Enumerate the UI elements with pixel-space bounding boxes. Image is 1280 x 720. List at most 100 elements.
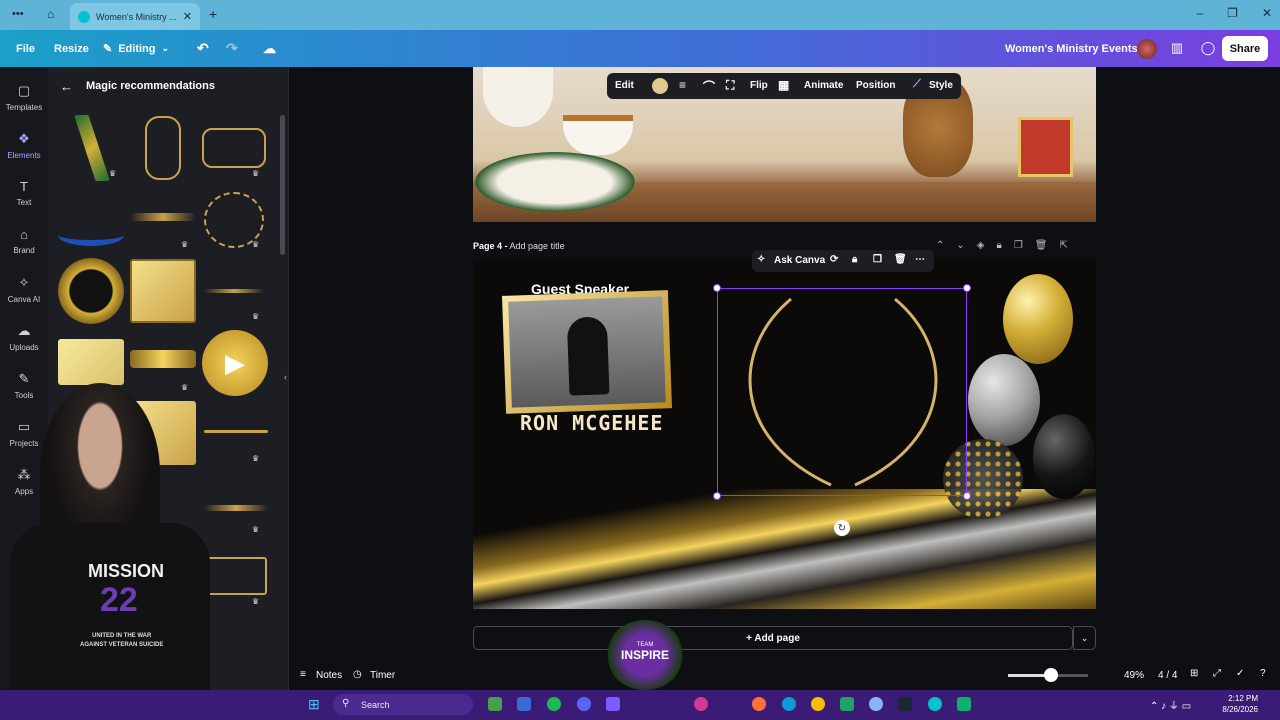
undo-icon[interactable]: ↶ xyxy=(197,30,209,67)
panel-scrollbar[interactable] xyxy=(280,115,285,255)
element-thumbnail[interactable] xyxy=(58,224,124,246)
speaker-photo-frame[interactable] xyxy=(501,290,673,414)
taskbar-app-icon[interactable] xyxy=(577,697,591,711)
taskbar-app-icon[interactable] xyxy=(752,697,766,711)
speaker-name[interactable]: RON MCGEHEE xyxy=(520,411,663,435)
element-thumbnail[interactable] xyxy=(204,430,268,433)
add-page-dropdown-icon[interactable]: ⌄ xyxy=(1073,626,1096,650)
project-title[interactable]: Women's Ministry Events xyxy=(1005,30,1138,67)
share-button[interactable]: Share xyxy=(1222,36,1268,61)
notes-button[interactable]: Notes xyxy=(316,670,342,681)
add-page-button[interactable]: + Add page xyxy=(473,626,1073,650)
rail-item-elements[interactable]: ❖ Elements xyxy=(0,131,48,160)
resize-handle[interactable] xyxy=(713,492,721,500)
collapse-panel-icon[interactable]: ‹ xyxy=(284,372,287,382)
chevron-down-icon[interactable]: ⌄ xyxy=(956,240,964,251)
more-icon[interactable]: ⋯ xyxy=(915,254,925,265)
close-icon[interactable]: ✕ xyxy=(1262,6,1272,20)
maximize-icon[interactable]: ❐ xyxy=(1227,6,1238,20)
curve-icon[interactable]: ⌒ xyxy=(703,78,715,95)
taskbar-app-icon[interactable] xyxy=(957,697,971,711)
taskbar-search[interactable]: ⚲ Search xyxy=(333,694,473,715)
ask-canva-button[interactable]: Ask Canva xyxy=(774,255,825,266)
resize-handle[interactable] xyxy=(713,284,721,292)
taskbar-app-icon[interactable] xyxy=(869,697,883,711)
back-arrow-icon[interactable]: ← xyxy=(60,79,73,94)
file-menu[interactable]: File xyxy=(16,30,35,67)
rotate-handle-icon[interactable]: ↻ xyxy=(834,520,850,536)
menu-dots-icon[interactable]: ••• xyxy=(12,8,24,20)
windows-start-icon[interactable]: ⊞ xyxy=(308,696,320,713)
system-tray-icons[interactable]: ⌃ ♪ ⏚ ▭ xyxy=(1150,697,1191,712)
comment-icon[interactable]: ◯ xyxy=(1198,38,1218,58)
crop-icon[interactable]: ⛶ xyxy=(726,78,734,93)
play-button-thumbnail[interactable]: ▶ xyxy=(202,330,268,396)
element-thumbnail[interactable] xyxy=(130,350,196,368)
flip-button[interactable]: Flip xyxy=(750,80,768,91)
lock-icon[interactable]: 🔒︎ xyxy=(852,254,857,265)
element-thumbnail[interactable] xyxy=(202,128,266,168)
line-style-icon[interactable]: ≡ xyxy=(679,78,686,92)
animate-button[interactable]: Animate xyxy=(804,80,843,91)
element-thumbnail[interactable] xyxy=(130,213,196,221)
resize-handle[interactable] xyxy=(963,284,971,292)
taskbar-app-icon[interactable] xyxy=(606,697,620,711)
zoom-slider-thumb[interactable] xyxy=(1044,668,1058,682)
taskbar-app-icon[interactable] xyxy=(517,697,531,711)
editing-mode-button[interactable]: ✎ Editing ⌄ xyxy=(103,30,169,67)
zoom-slider[interactable] xyxy=(1008,668,1088,682)
element-thumbnail[interactable] xyxy=(145,116,181,180)
taskbar-app-icon[interactable] xyxy=(898,697,912,711)
help-icon[interactable]: ? xyxy=(1260,668,1266,679)
rail-item-uploads[interactable]: ☁ Uploads xyxy=(0,323,48,352)
edit-button[interactable]: Edit xyxy=(615,80,634,91)
rail-item-brand[interactable]: ⌂ Brand xyxy=(0,227,48,255)
zoom-level[interactable]: 49% xyxy=(1124,670,1144,681)
rail-item-text[interactable]: T Text xyxy=(0,179,48,207)
taskbar-app-icon[interactable] xyxy=(811,697,825,711)
workspace-icon[interactable]: ⌂ xyxy=(47,7,54,21)
taskbar-app-icon[interactable] xyxy=(547,697,561,711)
position-button[interactable]: Position xyxy=(856,80,895,91)
element-thumbnail[interactable] xyxy=(204,289,264,293)
hide-icon[interactable]: ◈ xyxy=(977,240,985,251)
timer-button[interactable]: Timer xyxy=(370,670,395,681)
element-thumbnail[interactable] xyxy=(58,339,124,385)
transparency-icon[interactable]: ▦ xyxy=(778,78,789,92)
element-thumbnail[interactable] xyxy=(130,259,196,323)
rail-item-canva-ai[interactable]: ✧ Canva AI xyxy=(0,275,48,304)
taskbar-clock[interactable]: 2:12 PM 8/26/2026 xyxy=(1222,693,1258,715)
style-button[interactable]: Style xyxy=(929,80,953,91)
color-swatch[interactable] xyxy=(652,78,668,94)
fullscreen-icon[interactable]: ⤢ xyxy=(1213,668,1221,679)
taskbar-app-icon[interactable] xyxy=(840,697,854,711)
add-icon[interactable]: ⇱ xyxy=(1059,240,1067,251)
element-thumbnail[interactable] xyxy=(204,505,268,511)
taskbar-app-icon[interactable] xyxy=(782,697,796,711)
taskbar-app-icon[interactable] xyxy=(488,697,502,711)
redo-icon[interactable]: ↷ xyxy=(226,30,238,67)
cloud-sync-icon[interactable]: ☁ xyxy=(263,30,276,67)
chevron-up-icon[interactable]: ⌃ xyxy=(936,240,944,251)
element-thumbnail[interactable] xyxy=(203,557,267,595)
taskbar-app-icon[interactable] xyxy=(928,697,942,711)
avatar[interactable] xyxy=(1137,39,1157,59)
delete-icon[interactable]: 🗑︎ xyxy=(894,254,907,265)
duplicate-icon[interactable]: ❐ xyxy=(1014,240,1023,251)
delete-icon[interactable]: 🗑︎ xyxy=(1035,240,1048,251)
rail-item-templates[interactable]: ▢ Templates xyxy=(0,83,48,112)
resize-button[interactable]: Resize xyxy=(54,30,89,67)
analytics-icon[interactable]: ▥ xyxy=(1167,38,1187,58)
browser-tab[interactable]: Women's Ministry ... ✕ xyxy=(70,3,200,30)
add-page-title[interactable]: Add page title xyxy=(510,241,565,251)
taskbar-app-icon[interactable] xyxy=(694,697,708,711)
grid-view-icon[interactable]: ⊞ xyxy=(1190,668,1198,679)
close-tab-icon[interactable]: ✕ xyxy=(183,10,192,23)
lock-icon[interactable]: 🔒︎ xyxy=(996,240,1001,251)
resize-handle[interactable] xyxy=(963,492,971,500)
refresh-icon[interactable]: ⟳ xyxy=(830,254,838,265)
plus-icon[interactable]: + xyxy=(209,6,217,22)
element-thumbnail[interactable] xyxy=(58,258,124,324)
page-counter[interactable]: 4 / 4 xyxy=(1158,670,1177,681)
minimize-icon[interactable]: – xyxy=(1196,6,1203,20)
